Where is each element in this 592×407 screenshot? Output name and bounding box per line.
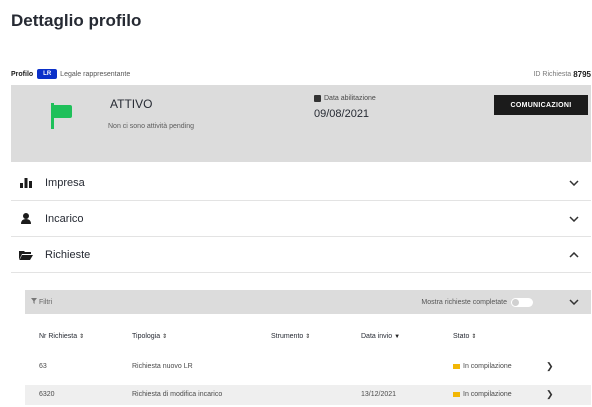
- cell-nr: 6320: [39, 391, 55, 398]
- status-title: ATTIVO: [110, 97, 153, 111]
- table-row[interactable]: 63 Richiesta nuovo LR In compilazione ❯: [25, 357, 591, 377]
- sort-icon[interactable]: ⇕: [79, 334, 84, 340]
- column-header-label: Stato: [453, 333, 470, 340]
- status-panel: ATTIVO Non ci sono attività pending Data…: [11, 85, 591, 162]
- cell-tipologia: Richiesta di modifica incarico: [132, 391, 223, 398]
- activation-date-label-text: Data abilitazione: [324, 95, 376, 102]
- profile-badge: LR: [37, 69, 58, 79]
- activation-date-value: 09/08/2021: [314, 108, 370, 120]
- chevron-down-icon[interactable]: [569, 177, 579, 189]
- column-header-strumento[interactable]: Strumento ⇕: [271, 333, 310, 340]
- accordion-label: Impresa: [45, 176, 85, 189]
- sort-icon[interactable]: ⇕: [471, 334, 476, 340]
- cell-stato-text: In compilazione: [463, 391, 512, 398]
- accordion-incarico[interactable]: Incarico: [11, 201, 591, 237]
- user-icon: [15, 213, 37, 224]
- filter-label-text: Filtri: [38, 299, 53, 306]
- chevron-down-icon[interactable]: [569, 213, 579, 225]
- calendar-icon: [314, 95, 321, 102]
- cell-stato: In compilazione: [453, 363, 512, 370]
- request-id-label: ID Richiesta: [533, 70, 572, 78]
- cell-tipologia: Richiesta nuovo LR: [132, 363, 193, 370]
- table-row[interactable]: 6320 Richiesta di modifica incarico 13/1…: [25, 385, 591, 405]
- show-completed-toggle[interactable]: [511, 297, 533, 307]
- sort-desc-icon[interactable]: ▼: [394, 334, 400, 340]
- cell-stato-text: In compilazione: [463, 363, 512, 370]
- chevron-up-icon[interactable]: [569, 249, 579, 261]
- flag-icon: [453, 364, 460, 369]
- activation-date-label: Data abilitazione: [314, 95, 376, 102]
- profile-role: Legale rappresentante: [60, 70, 131, 78]
- folder-open-icon: [15, 250, 37, 260]
- column-header-nr[interactable]: Nr Richiesta ⇕: [39, 333, 84, 340]
- profile-label: Profilo: [11, 70, 34, 78]
- sort-icon[interactable]: ⇕: [305, 334, 310, 340]
- filter-bar[interactable]: Filtri Mostra richieste completate: [25, 290, 591, 314]
- column-header-label: Nr Richiesta: [39, 333, 78, 340]
- accordion-label: Richieste: [45, 248, 91, 261]
- profile-bar: Profilo LR Legale rappresentante ID Rich…: [11, 66, 591, 82]
- sort-icon[interactable]: ⇕: [162, 334, 167, 340]
- table-header: Nr Richiesta ⇕ Tipologia ⇕ Strumento ⇕ Data…: [25, 333, 591, 349]
- column-header-stato[interactable]: Stato ⇕: [453, 333, 476, 340]
- cell-nr: 63: [39, 363, 47, 370]
- accordion-richieste[interactable]: Richieste: [11, 237, 591, 273]
- column-header-label: Strumento: [271, 333, 304, 340]
- column-header-label: Data invio: [361, 333, 393, 340]
- cell-stato: In compilazione: [453, 391, 512, 398]
- flag-icon: [453, 392, 460, 397]
- column-header-label: Tipologia: [132, 333, 161, 340]
- chevron-right-icon[interactable]: ❯: [546, 389, 554, 400]
- request-id-value: 8795: [573, 69, 591, 79]
- show-completed-label: Mostra richieste completate: [421, 298, 507, 306]
- column-header-data-invio[interactable]: Data invio ▼: [361, 333, 400, 340]
- filter-icon: [31, 298, 37, 304]
- request-id: ID Richiesta 8795: [533, 70, 591, 79]
- status-subtitle: Non ci sono attività pending: [108, 123, 194, 130]
- flag-icon: [51, 103, 73, 129]
- org-chart-icon: [15, 177, 37, 188]
- column-header-tipologia[interactable]: Tipologia ⇕: [132, 333, 167, 340]
- page-title: Dettaglio profilo: [11, 11, 142, 30]
- filter-label: Filtri: [31, 298, 52, 306]
- chevron-right-icon[interactable]: ❯: [546, 361, 554, 372]
- cell-data-invio: 13/12/2021: [361, 391, 397, 398]
- accordion-impresa[interactable]: Impresa: [11, 165, 591, 201]
- chevron-down-icon[interactable]: [569, 297, 579, 308]
- accordion-label: Incarico: [45, 212, 84, 225]
- communications-button[interactable]: COMUNICAZIONI: [494, 95, 588, 115]
